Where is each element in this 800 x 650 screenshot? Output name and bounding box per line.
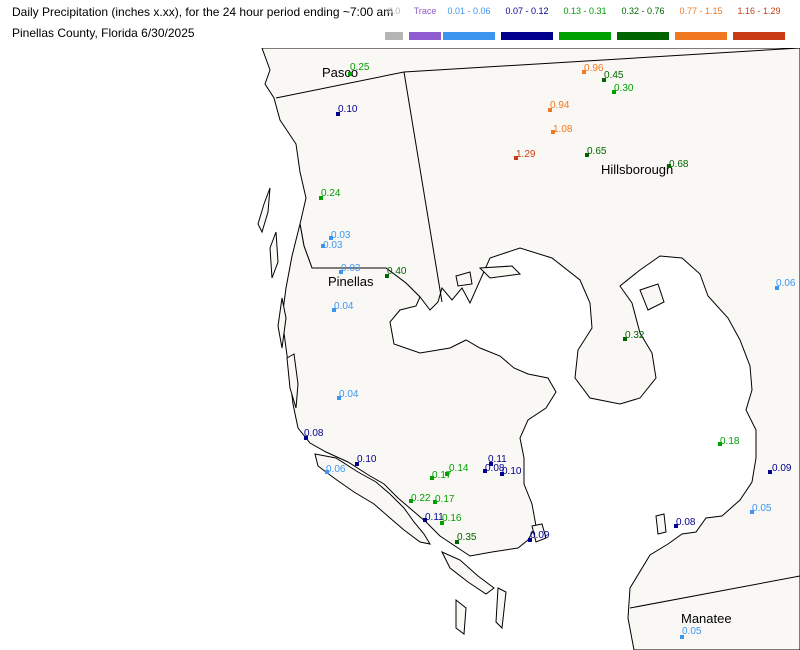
legend-label: 1.16 - 1.29	[737, 6, 781, 16]
station-value: 0.06	[326, 464, 346, 475]
station-value: 0.06	[776, 278, 796, 289]
station-value: 1.29	[516, 149, 536, 160]
station-value: 0.68	[669, 159, 689, 170]
legend-label: 0.0	[387, 6, 401, 16]
legend-swatch	[443, 32, 495, 40]
legend-label: 0.01 - 0.06	[447, 6, 491, 16]
county-label-pinellas: Pinellas	[328, 274, 374, 289]
station-value: 0.04	[334, 301, 354, 312]
station-value: 0.25	[350, 62, 370, 73]
station-value: 0.96	[584, 63, 604, 74]
station-value: 0.35	[457, 532, 477, 543]
map-header: Daily Precipitation (inches x.xx), for t…	[0, 0, 800, 49]
station-value: 0.10	[357, 454, 377, 465]
legend-label: 0.77 - 1.15	[679, 6, 723, 16]
station-value: 0.18	[720, 436, 740, 447]
precipitation-map: Pasco Hillsborough Pinellas Manatee 0.25…	[0, 48, 800, 650]
map-subtitle: Pinellas County, Florida 6/30/2025	[12, 26, 195, 40]
legend-swatch	[501, 32, 553, 40]
station-value: 0.14	[449, 463, 469, 474]
legend-item: 1.16 - 1.29	[733, 4, 785, 40]
station-value: 0.05	[682, 626, 702, 637]
legend-item: Trace	[409, 4, 441, 40]
legend-swatch	[675, 32, 727, 40]
station-value: 0.10	[502, 466, 522, 477]
station-value: 0.32	[625, 330, 645, 341]
station-value: 0.16	[442, 513, 462, 524]
station-value: 0.45	[604, 70, 624, 81]
legend-item: 0.32 - 0.76	[617, 4, 669, 40]
station-value: 0.11	[488, 454, 507, 465]
county-label-hillsborough: Hillsborough	[601, 162, 673, 177]
legend-label: Trace	[413, 6, 437, 16]
legend-swatch	[733, 32, 785, 40]
legend-swatch	[559, 32, 611, 40]
station-value: 0.03	[341, 263, 361, 274]
legend-item: 0.77 - 1.15	[675, 4, 727, 40]
legend-label: 0.32 - 0.76	[621, 6, 665, 16]
station-value: 0.04	[339, 389, 359, 400]
legend-swatch	[617, 32, 669, 40]
station-value: 0.65	[587, 146, 607, 157]
legend-item: 0.0	[385, 4, 403, 40]
legend-swatch	[409, 32, 441, 40]
station-value: 1.08	[553, 124, 573, 135]
station-value: 0.05	[752, 503, 772, 514]
bay-island	[655, 513, 667, 535]
legend-label: 0.13 - 0.31	[563, 6, 607, 16]
station-value: 0.08	[676, 517, 696, 528]
station-value: 0.17	[435, 494, 455, 505]
station-value: 0.03	[323, 240, 343, 251]
map-title: Daily Precipitation (inches x.xx), for t…	[12, 5, 394, 19]
station-value: 0.22	[411, 493, 431, 504]
legend-item: 0.07 - 0.12	[501, 4, 553, 40]
legend-swatch	[385, 32, 403, 40]
station-value: 0.30	[614, 83, 634, 94]
county-label-manatee: Manatee	[681, 611, 732, 626]
station-value: 0.09	[530, 530, 550, 541]
legend-label: 0.07 - 0.12	[505, 6, 549, 16]
station-value: 0.09	[772, 463, 792, 474]
station-value: 0.10	[338, 104, 358, 115]
station-value: 0.94	[550, 100, 570, 111]
station-value: 0.40	[387, 266, 407, 277]
station-value: 0.24	[321, 188, 341, 199]
legend-item: 0.01 - 0.06	[443, 4, 495, 40]
precipitation-map-page: Daily Precipitation (inches x.xx), for t…	[0, 0, 800, 650]
legend-item: 0.13 - 0.31	[559, 4, 611, 40]
station-value: 0.08	[304, 428, 324, 439]
